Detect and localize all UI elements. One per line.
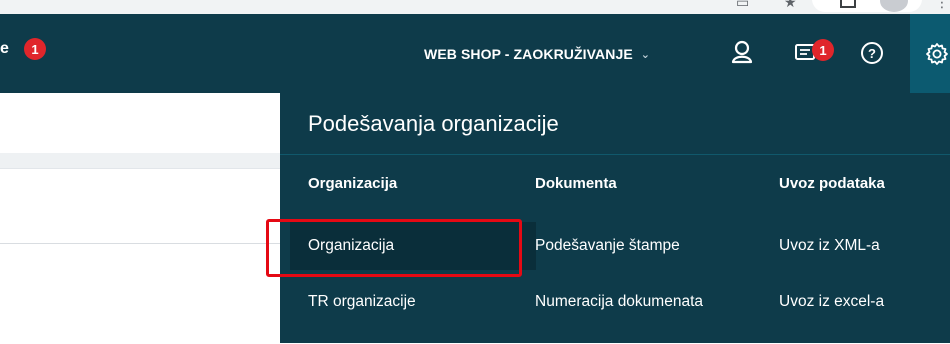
browser-toolbar: ▭ ★ ⋮ (0, 0, 950, 14)
page-divider (0, 243, 280, 244)
app-header: e 1 WEB SHOP - ZAOKRUŽIVANJE ⌄ 1 ? (0, 14, 950, 93)
notifications-badge: 1 (812, 39, 834, 61)
header-left-text: e (0, 40, 9, 57)
browser-menu-icon[interactable]: ⋮ (935, 0, 949, 11)
column-heading-dokumenta: Dokumenta (535, 175, 617, 192)
column-heading-uvoz-podataka: Uvoz podataka (779, 175, 885, 192)
menu-item-label: Uvoz iz excel-a (779, 293, 885, 310)
menu-item-podesavanje-stampe[interactable]: Podešavanje štampe (535, 222, 680, 270)
column-heading-organizacija: Organizacija (308, 175, 398, 192)
organization-settings-menu: Podešavanja organizacije Organizacija Do… (280, 93, 950, 343)
bookmark-star-icon[interactable]: ★ (784, 0, 797, 11)
menu-item-label: TR organizacije (308, 293, 416, 310)
menu-item-label: Podešavanje štampe (535, 237, 680, 254)
chevron-down-icon: ⌄ (640, 48, 651, 61)
menu-item-uvoz-iz-xml[interactable]: Uvoz iz XML-a (779, 222, 880, 270)
left-notification-badge: 1 (24, 38, 46, 60)
organization-switcher[interactable]: WEB SHOP - ZAOKRUŽIVANJE ⌄ (424, 46, 650, 62)
highlight-annotation (266, 219, 522, 277)
help-icon[interactable]: ? (861, 42, 883, 64)
window-icon[interactable] (840, 0, 856, 8)
page-toolbar-area (0, 93, 280, 153)
screenshot-icon[interactable]: ▭ (736, 0, 749, 11)
menu-item-label: Numeracija dokumenata (535, 293, 704, 310)
menu-item-label: Uvoz iz XML-a (779, 237, 880, 254)
user-icon[interactable] (731, 40, 753, 64)
menu-item-tr-organizacije[interactable]: TR organizacije (308, 278, 416, 326)
organization-name: WEB SHOP - ZAOKRUŽIVANJE (424, 46, 633, 62)
gear-icon (926, 43, 948, 65)
menu-title: Podešavanja organizacije (308, 111, 559, 136)
menu-divider (280, 154, 950, 155)
menu-item-numeracija-dokumenata[interactable]: Numeracija dokumenata (535, 278, 703, 326)
help-glyph: ? (868, 45, 876, 61)
menu-item-uvoz-iz-excel[interactable]: Uvoz iz excel-a (779, 278, 884, 326)
page-content-card (0, 168, 280, 344)
settings-button[interactable] (910, 14, 950, 93)
